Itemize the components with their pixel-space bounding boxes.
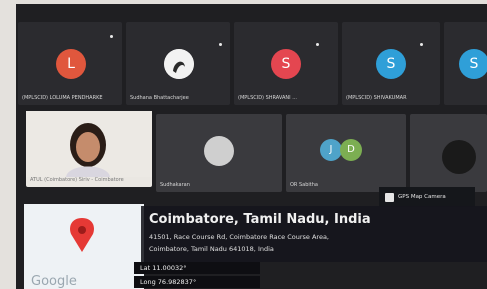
avatar: [442, 140, 476, 174]
participant-name: (MPLSCID) SHIVAKUMAR: [346, 95, 407, 101]
frame-left: [0, 0, 16, 289]
avatar: S: [271, 49, 301, 79]
participant-tile[interactable]: S (MPLSCID) SHIVAKUMAR: [342, 22, 440, 105]
person-video-icon: [26, 111, 152, 177]
avatar: L: [56, 49, 86, 79]
participant-tile[interactable]: ATUL (Coimbatore) Siriv - Coimbatore: [26, 111, 152, 187]
participant-tile[interactable]: S (MPLSCID) SHRAVANI ...: [234, 22, 338, 105]
participant-name: Sudhakaran: [160, 182, 190, 188]
avatar: [164, 49, 194, 79]
avatar: D: [340, 139, 362, 161]
participant-tile[interactable]: J D OR Sabitha: [286, 114, 406, 192]
menu-dot: [110, 35, 113, 38]
gps-map-camera-button[interactable]: GPS Map Camera: [379, 187, 475, 207]
participant-tile[interactable]: Sudhakaran: [156, 114, 282, 192]
participant-name: Sudhana Bhattacharjee: [130, 95, 189, 101]
menu-dot: [219, 43, 222, 46]
location-overlay: Coimbatore, Tamil Nadu, India 41501, Rac…: [141, 206, 487, 262]
camera-icon: [385, 192, 394, 202]
avatar: [204, 136, 234, 166]
menu-dot: [316, 43, 319, 46]
gps-button-label: GPS Map Camera: [398, 194, 446, 200]
avatar: S: [459, 49, 487, 79]
menu-dot: [420, 43, 423, 46]
latitude: Lat 11.00032°: [134, 262, 260, 274]
profile-photo-icon: [164, 49, 194, 79]
participant-name: (MPLSCID) SHRAVANI ...: [238, 95, 297, 101]
location-city: Coimbatore, Tamil Nadu, India: [149, 212, 371, 227]
participant-name: ATUL (Coimbatore) Siriv - Coimbatore: [30, 177, 124, 183]
map-thumbnail[interactable]: Google: [24, 204, 144, 289]
participant-tile[interactable]: Sudhana Bhattacharjee: [126, 22, 230, 105]
participant-tile[interactable]: L (MPLSCID) LOLUMA PENDHARKE: [18, 22, 122, 105]
participant-tile[interactable]: S: [444, 22, 487, 105]
longitude: Long 76.982837°: [134, 276, 260, 288]
participant-name: (MPLSCID) LOLUMA PENDHARKE: [22, 95, 103, 101]
address-line: Coimbatore, Tamil Nadu 641018, India: [149, 245, 274, 253]
participant-tile[interactable]: [410, 114, 487, 192]
avatar: S: [376, 49, 406, 79]
map-brand: Google: [31, 274, 77, 289]
address-line: 41501, Race Course Rd, Coimbatore Race C…: [149, 233, 330, 241]
video-call-screen: L (MPLSCID) LOLUMA PENDHARKE Sudhana Bha…: [16, 4, 487, 289]
avatar: J: [320, 139, 342, 161]
